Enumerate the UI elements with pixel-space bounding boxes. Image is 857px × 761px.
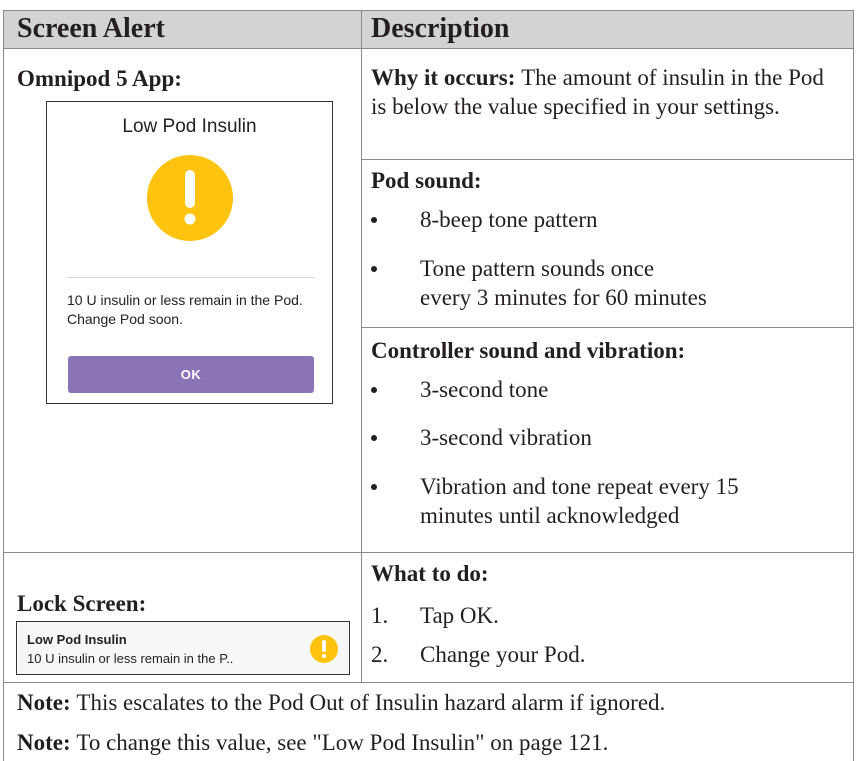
controller-item: 3-second tone xyxy=(420,377,549,402)
header-description: Description xyxy=(371,13,510,44)
bullet xyxy=(371,387,377,393)
divider xyxy=(3,552,854,553)
step-text: Change your Pod. xyxy=(420,642,586,667)
divider xyxy=(361,10,362,682)
notification-message: 10 U insulin or less remain in the P.. xyxy=(27,651,234,666)
ok-button[interactable]: OK xyxy=(68,356,314,393)
divider xyxy=(3,48,854,49)
controller-item: 3-second vibration xyxy=(420,425,592,450)
bullet xyxy=(371,266,377,272)
bullet xyxy=(371,435,377,441)
exclamation-warning-icon xyxy=(147,155,233,241)
note: Note: This escalates to the Pod Out of I… xyxy=(17,688,847,717)
pod-sound-item: Tone pattern sounds once every 3 minutes… xyxy=(420,256,707,310)
divider xyxy=(3,682,854,683)
step-text: Tap OK. xyxy=(420,603,499,628)
notification-title: Low Pod Insulin xyxy=(27,632,127,647)
bullet xyxy=(371,484,377,490)
alert-message: 10 U insulin or less remain in the Pod. … xyxy=(67,292,303,327)
step-number: 1. xyxy=(371,603,389,628)
divider xyxy=(853,10,854,761)
note-text: To change this value, see "Low Pod Insul… xyxy=(76,730,609,755)
alert-divider xyxy=(67,277,314,278)
note: Note: To change this value, see "Low Pod… xyxy=(17,728,847,757)
pod-sound-item: 8-beep tone pattern xyxy=(420,207,598,232)
why-it-occurs: Why it occurs: The amount of insulin in … xyxy=(371,63,841,121)
app-alert-screen: Low Pod Insulin 10 U insulin or less rem… xyxy=(46,101,333,404)
note-text: This escalates to the Pod Out of Insulin… xyxy=(76,690,666,715)
exclamation-warning-icon xyxy=(310,635,338,663)
step-number: 2. xyxy=(371,642,389,667)
pod-sound-title: Pod sound: xyxy=(371,168,482,193)
lock-screen-notification: Low Pod Insulin 10 U insulin or less rem… xyxy=(16,621,350,675)
divider xyxy=(3,10,4,761)
controller-sound-title: Controller sound and vibration: xyxy=(371,338,686,363)
note-label: Note: xyxy=(17,690,77,715)
alert-title: Low Pod Insulin xyxy=(122,116,257,137)
note-label: Note: xyxy=(17,730,77,755)
divider xyxy=(3,10,854,11)
what-to-do-title: What to do: xyxy=(371,561,489,586)
lock-screen-label: Lock Screen: xyxy=(17,591,147,616)
header-screen-alert: Screen Alert xyxy=(17,13,165,44)
divider xyxy=(361,327,854,328)
bullet xyxy=(371,217,377,223)
why-label: Why it occurs: xyxy=(371,65,522,90)
divider xyxy=(361,159,854,160)
controller-item: Vibration and tone repeat every 15 minut… xyxy=(420,474,739,528)
app-label: Omnipod 5 App: xyxy=(17,66,182,91)
